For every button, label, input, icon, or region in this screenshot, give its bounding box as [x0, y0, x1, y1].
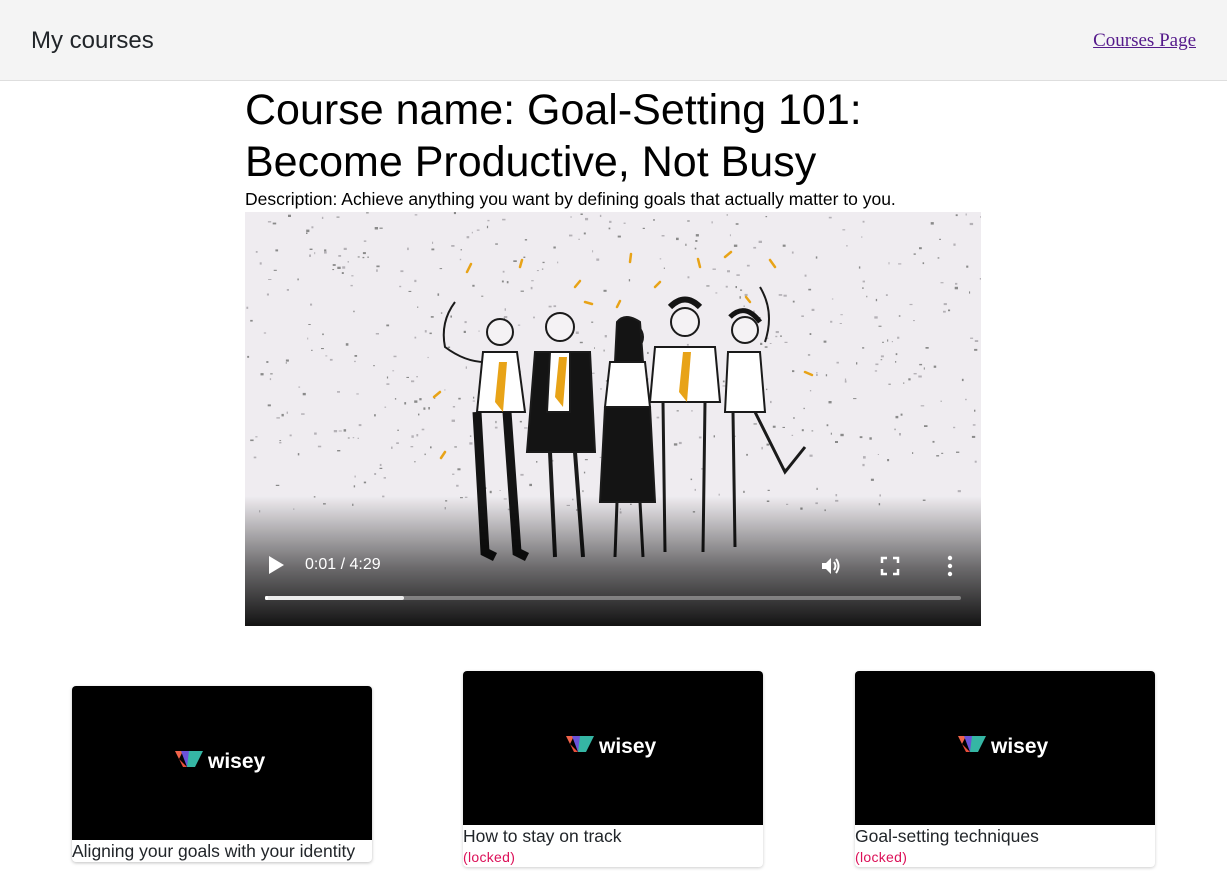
video-played-bar [265, 596, 268, 600]
lesson-title: How to stay on track [463, 826, 622, 846]
lesson-card[interactable]: wisey How to stay on track (locked) [463, 671, 763, 867]
lesson-thumbnail: wisey [72, 686, 372, 840]
video-time: 0:01 / 4:29 [305, 556, 381, 573]
locked-label: (locked) [855, 849, 908, 865]
video-buffered-bar [265, 596, 405, 600]
navbar: My courses Courses Page [0, 0, 1227, 81]
locked-label: (locked) [463, 849, 516, 865]
video-progress-bar[interactable] [265, 596, 961, 600]
fullscreen-icon[interactable] [880, 556, 900, 576]
lesson-title: Goal-setting techniques [855, 826, 1039, 846]
svg-text:wisey: wisey [598, 735, 657, 758]
svg-text:wisey: wisey [990, 735, 1049, 758]
svg-text:wisey: wisey [207, 750, 266, 773]
navbar-brand[interactable]: My courses [31, 27, 154, 55]
play-icon[interactable] [267, 555, 285, 575]
wisey-logo: wisey [175, 750, 266, 773]
wisey-logo: wisey [566, 735, 657, 758]
lesson-thumbnail: wisey [855, 671, 1155, 825]
lesson-card[interactable]: wisey Goal-setting techniques (locked) [855, 671, 1155, 867]
wisey-logo: wisey [958, 735, 1049, 758]
lesson-title: Aligning your goals with your identity [72, 841, 356, 861]
course-title: Course name: Goal-Setting 101: Become Pr… [245, 86, 862, 186]
course-description: Description: Achieve anything you want b… [245, 189, 896, 209]
video-player[interactable]: 0:01 / 4:29 [245, 212, 981, 626]
lesson-thumbnail: wisey [463, 671, 763, 825]
lesson-card[interactable]: wisey Aligning your goals with your iden… [72, 686, 372, 862]
courses-page-link[interactable]: Courses Page [1093, 30, 1196, 52]
more-options-icon[interactable] [942, 555, 958, 577]
volume-icon[interactable] [819, 554, 843, 578]
